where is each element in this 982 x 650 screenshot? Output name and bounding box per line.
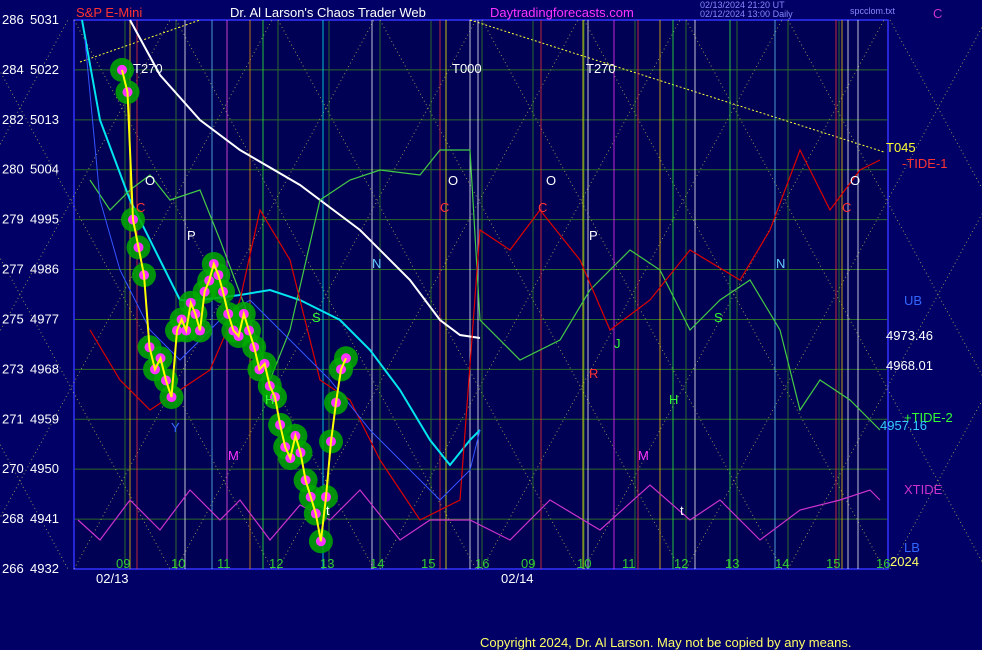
marker-letter: O [546,173,556,188]
marker-letter: J [614,336,621,351]
marker-letter: M [638,448,649,463]
marker-letter: R [589,366,598,381]
y-tick-a: 282 [2,112,24,127]
marker-letter: t [326,503,330,518]
x-hour-label: 12 [674,556,688,571]
x-hour-label: 11 [622,556,636,571]
diag-line [0,19,69,146]
marker-letter: H [669,392,678,407]
x-hour-label: 14 [775,556,789,571]
y-tick-a: 270 [2,461,24,476]
marker-letter: M [228,448,239,463]
y-tick-b: 4950 [30,461,59,476]
site-label[interactable]: Daytradingforecasts.com [490,5,634,20]
marker-letter: N [776,256,785,271]
y-tick-a: 271 [2,411,24,426]
y-tick-a: 268 [2,511,24,526]
y-tick-a: 275 [2,311,24,326]
x-date-label: 02/14 [501,571,534,586]
y-tick-b: 4932 [30,561,59,576]
copyright: Copyright 2024, Dr. Al Larson. May not b… [480,635,851,650]
top-t-label: T270 [133,61,163,76]
x-hour-label: 16 [876,556,890,571]
y-tick-b: 5022 [30,62,59,77]
marker-letter: C [538,200,547,215]
x-hour-label: 16 [475,556,489,571]
x-hour-label: 15 [826,556,840,571]
marker-letter: O [145,173,155,188]
marker-letter: P [589,228,598,243]
right-label-value: 4957.16 [880,418,927,433]
marker-letter: C [440,200,449,215]
marker-letter: S [312,310,321,325]
y-tick-a: 284 [2,62,24,77]
x-date-label: 02/13 [96,571,129,586]
corner-label: C [933,6,942,21]
y-tick-a: 286 [2,12,24,27]
x-hour-label: 09 [116,556,130,571]
right-label-value: 4973.46 [886,328,933,343]
y-tick-a: 279 [2,212,24,227]
y-tick-b: 4941 [30,511,59,526]
stamp-2: 02/12/2024 13:00 Daily [700,9,793,19]
x-hour-label: 13 [725,556,739,571]
top-t-label: T270 [586,61,616,76]
x-hour-label: 10 [171,556,185,571]
y-tick-b: 4959 [30,411,59,426]
y-tick-b: 4968 [30,361,59,376]
y-tick-b: 4977 [30,311,59,326]
y-tick-b: 5013 [30,112,59,127]
right-label-xtide: XTIDE [904,482,943,497]
right-label-tide1: -TIDE-1 [902,156,948,171]
marker-letter: C [136,200,145,215]
y-tick-b: 5004 [30,162,59,177]
x-hour-label: 14 [370,556,384,571]
marker-letter: H [265,392,274,407]
x-hour-label: 15 [421,556,435,571]
marker-letter: t [680,503,684,518]
marker-letter: N [372,256,381,271]
marker-letter: O [850,173,860,188]
right-label-lb: LB [904,540,920,555]
y-tick-a: 277 [2,262,24,277]
y-tick-b: 4986 [30,262,59,277]
x-hour-label: 09 [521,556,535,571]
diag-line [0,443,69,570]
y-tick-a: 266 [2,561,24,576]
right-label-t045: T045 [886,140,916,155]
right-label-ub: UB [904,293,922,308]
marker-letter: Y [171,420,180,435]
marker-letter: P [187,228,196,243]
chart-svg: 286 5031 284 5022 282 5013 280 5004 279 4995 277 49… [0,0,982,650]
y-tick-a: 280 [2,162,24,177]
x-hour-label: 10 [577,556,591,571]
right-label-value: 4968.01 [886,358,933,373]
marker-letter: C [842,200,851,215]
marker-letter: S [714,310,723,325]
y-tick-b: 4995 [30,212,59,227]
x-hour-label: 13 [320,556,334,571]
x-year-label: 2024 [890,554,919,569]
x-hour-label: 12 [269,556,283,571]
y-tick-b: 5031 [30,12,59,27]
file-label: spcclom.txt [850,6,896,16]
top-t-label: T000 [452,61,482,76]
title-label: Dr. Al Larson's Chaos Trader Web [230,5,426,20]
marker-letter: O [448,173,458,188]
x-hour-label: 11 [217,556,231,571]
symbol-label: S&P E-Mini [76,5,142,20]
y-tick-a: 273 [2,361,24,376]
